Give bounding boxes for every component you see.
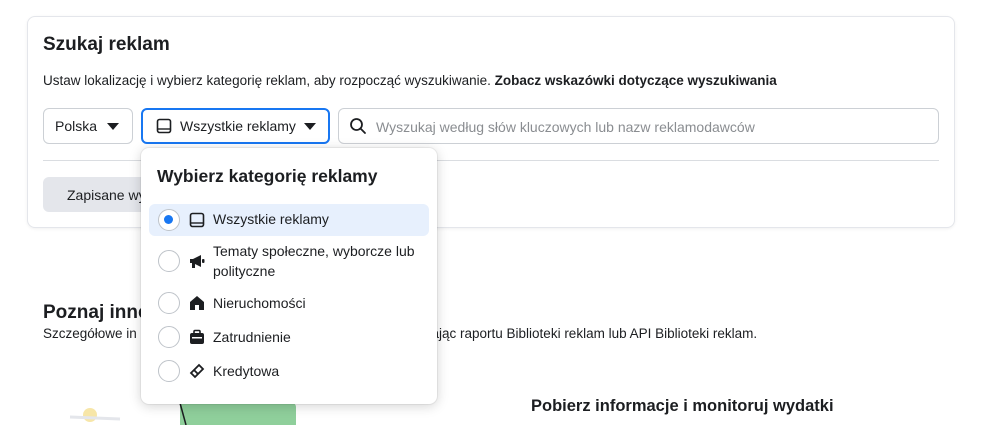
briefcase-icon (190, 329, 204, 344)
category-dropdown: Wybierz kategorię reklamy Wszystkie rekl… (141, 148, 437, 404)
explore-desc-tail: rając raportu Biblioteki reklam lub API … (427, 326, 758, 341)
option-label: Wszystkie reklamy (213, 211, 329, 227)
option-employment[interactable]: Zatrudnienie (149, 322, 429, 352)
option-label: Tematy społeczne, wyborcze lub polityczn… (213, 241, 415, 281)
radio[interactable] (158, 360, 180, 382)
search-title: Szukaj reklam (43, 34, 170, 55)
option-label: Kredytowa (213, 363, 280, 379)
spend-title: Pobierz informacje i monitoruj wydatki (531, 397, 834, 415)
option-label: Zatrudnienie (213, 329, 291, 345)
dropdown-title: Wybierz kategorię reklamy (157, 166, 378, 186)
option-label: Nieruchomości (213, 295, 306, 311)
radio-selected[interactable] (158, 209, 180, 231)
caret-down-icon (304, 123, 316, 130)
radio[interactable] (158, 326, 180, 348)
option-all-ads[interactable]: Wszystkie reklamy (149, 204, 429, 236)
credit-icon (189, 363, 205, 379)
description-text: Ustaw lokalizację i wybierz kategorię re… (43, 73, 495, 88)
caret-down-icon (107, 123, 119, 130)
search-description: Ustaw lokalizację i wybierz kategorię re… (43, 73, 777, 88)
search-icon (350, 118, 366, 134)
search-input[interactable] (374, 109, 928, 145)
explore-title: Poznaj inne (43, 302, 149, 323)
option-label-line2: polityczne (213, 263, 276, 279)
tablet-icon (189, 212, 205, 228)
explore-desc-head: Szczegółowe in (43, 326, 137, 341)
category-select[interactable]: Wszystkie reklamy (141, 108, 330, 144)
country-value: Polska (55, 118, 98, 134)
category-value: Wszystkie reklamy (180, 118, 296, 134)
tablet-icon (156, 118, 172, 134)
search-tips-link[interactable]: Zobacz wskazówki dotyczące wyszukiwania (495, 73, 777, 88)
radio[interactable] (158, 250, 180, 272)
option-credit[interactable]: Kredytowa (149, 356, 429, 386)
option-label-line1: Tematy społeczne, wyborcze lub (213, 243, 415, 259)
option-political[interactable]: Tematy społeczne, wyborcze lub polityczn… (149, 240, 429, 282)
house-icon (190, 296, 204, 310)
megaphone-icon (190, 255, 205, 268)
radio[interactable] (158, 292, 180, 314)
country-select[interactable]: Polska (43, 108, 133, 144)
option-real-estate[interactable]: Nieruchomości (149, 288, 429, 318)
search-box (338, 108, 939, 145)
